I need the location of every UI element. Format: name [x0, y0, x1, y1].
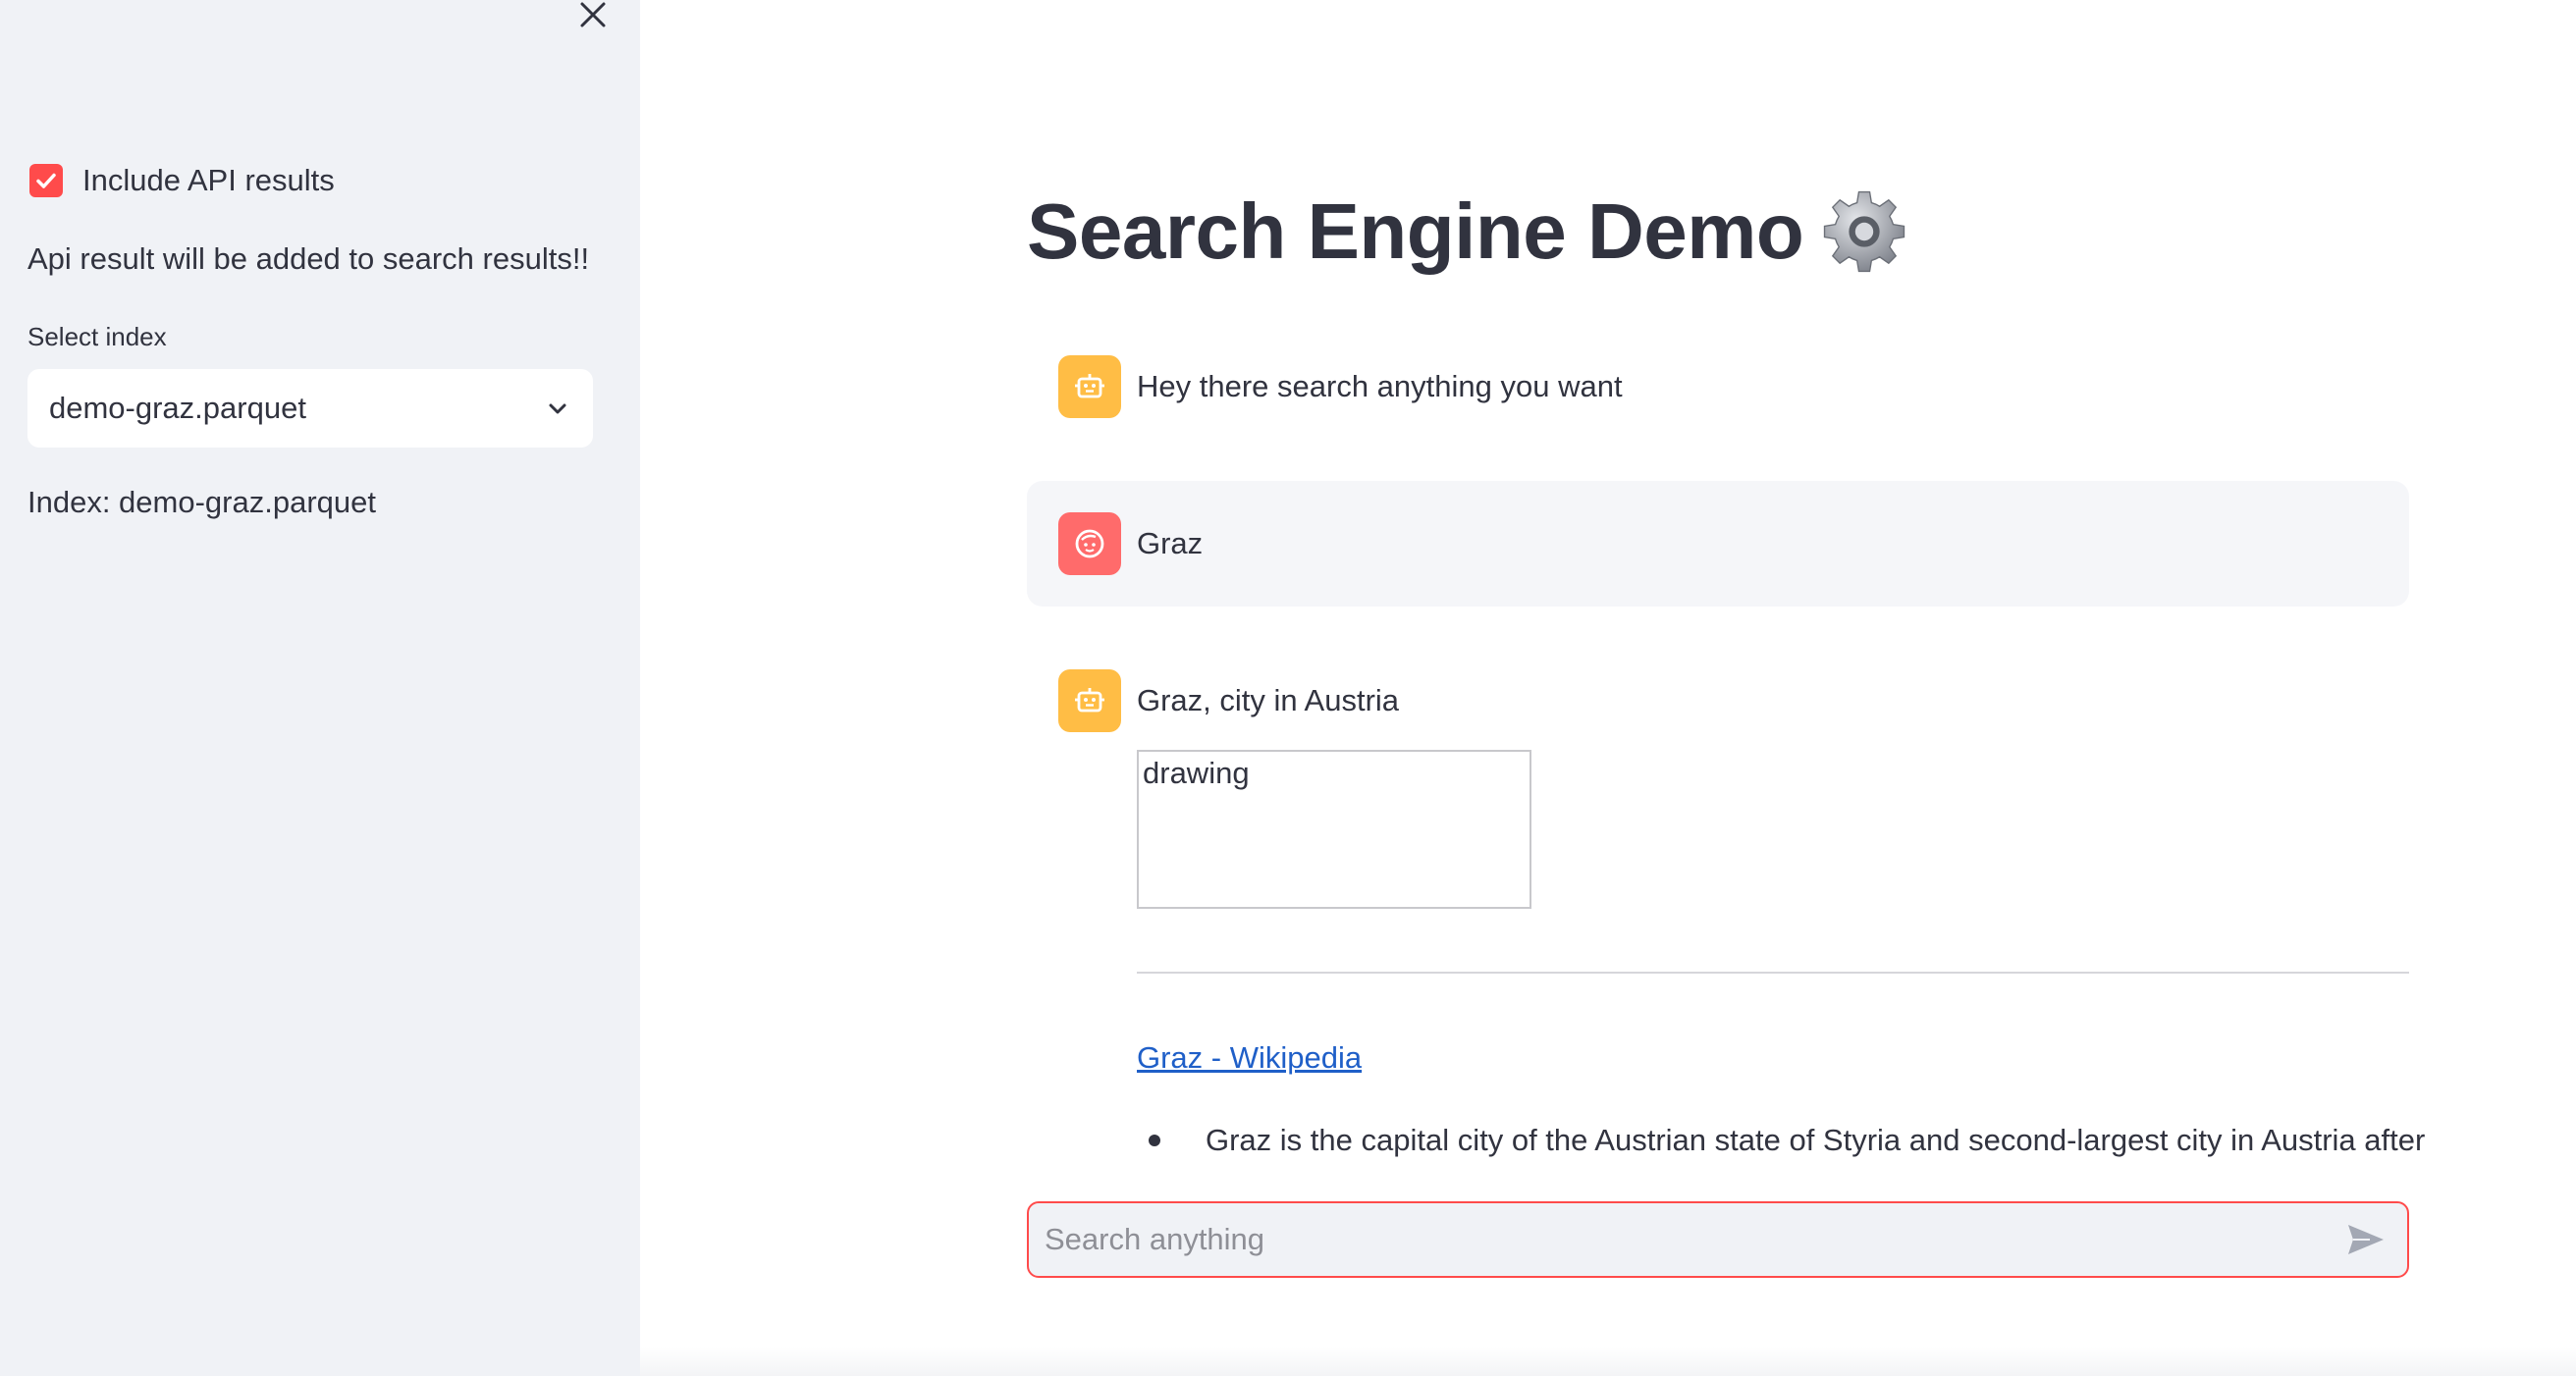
main-content: Search Engine Demo Hey there search anyt… — [640, 0, 2576, 1376]
chat-message-user: Graz — [1027, 481, 2409, 607]
include-api-checkbox[interactable] — [29, 164, 63, 197]
chat-input-container — [1027, 1201, 2409, 1278]
bullet-icon — [1149, 1135, 1160, 1146]
check-icon — [36, 173, 56, 188]
select-index-label: Select index — [27, 322, 167, 351]
robot-icon — [1075, 688, 1104, 713]
result-bullet-text: Graz is the capital city of the Austrian… — [1206, 1123, 2426, 1157]
index-select[interactable]: demo-graz.parquet — [27, 369, 593, 448]
api-note-text: Api result will be added to search resul… — [27, 241, 590, 276]
chat-message-assistant: Graz, city in Austria — [1058, 669, 2441, 732]
robot-icon — [1075, 374, 1104, 398]
divider — [1137, 972, 2409, 974]
face-icon — [1075, 529, 1104, 558]
close-icon — [580, 2, 606, 27]
gear-icon — [1824, 190, 1905, 273]
send-icon — [2348, 1225, 2384, 1254]
bot-avatar — [1058, 355, 1121, 418]
index-select-value: demo-graz.parquet — [49, 391, 306, 425]
message-text: Graz — [1137, 526, 1204, 560]
result-bullet-item: Graz is the capital city of the Austrian… — [1137, 1123, 2425, 1158]
user-avatar — [1058, 512, 1121, 575]
bot-avatar — [1058, 669, 1121, 732]
result-image-placeholder: drawing — [1137, 750, 1531, 909]
send-button[interactable] — [2344, 1218, 2388, 1261]
chevron-down-icon — [544, 395, 571, 422]
close-sidebar-button[interactable] — [575, 0, 611, 29]
message-text: Hey there search anything you want — [1137, 369, 1623, 403]
include-api-checkbox-row[interactable]: Include API results — [29, 163, 335, 198]
search-input[interactable] — [1045, 1222, 2344, 1257]
page-title: Search Engine Demo — [1027, 187, 1804, 275]
image-alt-text: drawing — [1143, 756, 1250, 790]
bottom-fade — [640, 1347, 2576, 1376]
index-info-text: Index: demo-graz.parquet — [27, 485, 376, 519]
title-row: Search Engine Demo — [1027, 186, 1909, 277]
message-text: Graz, city in Austria — [1137, 683, 1400, 717]
include-api-label: Include API results — [82, 163, 335, 197]
sidebar: Include API results Api result will be a… — [0, 0, 640, 1376]
chat-message-assistant: Hey there search anything you want — [1058, 355, 2441, 418]
wikipedia-link[interactable]: Graz - Wikipedia — [1137, 1040, 1362, 1076]
